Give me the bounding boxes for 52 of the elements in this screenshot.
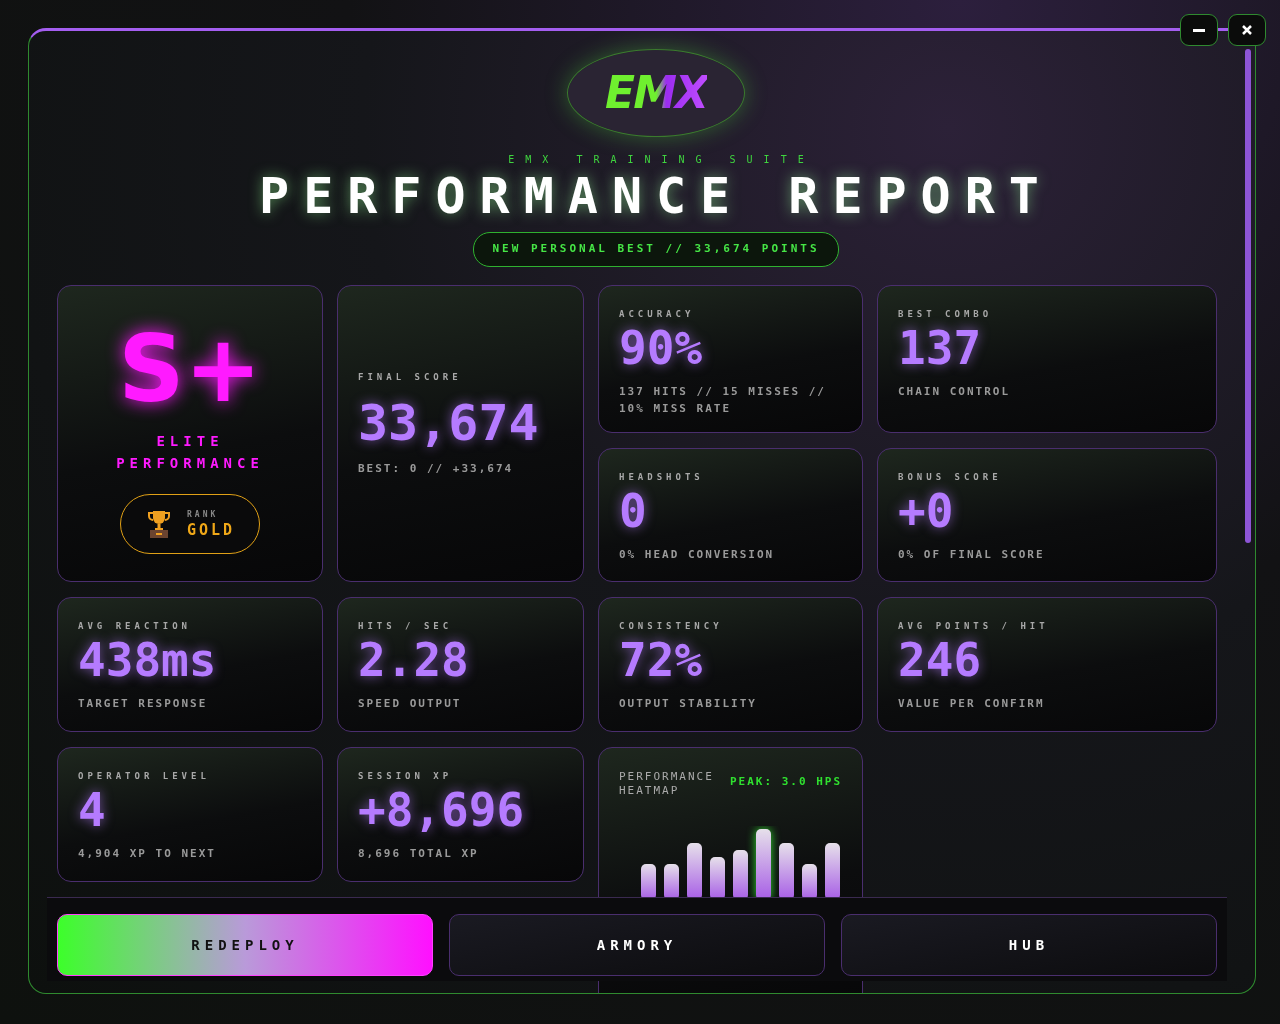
- stat-label: CONSISTENCY: [619, 619, 724, 633]
- stat-value: 4: [78, 783, 107, 839]
- minimize-icon: [1193, 28, 1205, 32]
- personal-best-banner: NEW PERSONAL BEST // 33,674 POINTS: [473, 232, 839, 267]
- stat-value: 246: [898, 633, 983, 689]
- stat-subtext: OUTPUT STABILITY: [619, 696, 758, 713]
- stat-label: SESSION XP: [358, 769, 454, 783]
- stat-label: BEST COMBO: [898, 307, 994, 321]
- scrollbar[interactable]: [1245, 49, 1251, 543]
- stat-value: 0: [619, 484, 648, 540]
- stat-subtext: BEST: 0 // +33,674: [358, 460, 515, 477]
- stat-label: BONUS SCORE: [898, 470, 1003, 484]
- stat-label: OPERATOR LEVEL: [78, 769, 211, 783]
- minimize-button[interactable]: [1180, 14, 1218, 46]
- stat-value: 438ms: [78, 633, 218, 689]
- stat-subtext: CHAIN CONTROL: [898, 384, 1012, 401]
- rank-label: RANK: [187, 509, 220, 522]
- stat-subtext: 0% HEAD CONVERSION: [619, 547, 776, 564]
- stat-value: 137: [898, 321, 983, 377]
- stat-value: 2.28: [358, 633, 470, 689]
- stat-subtext: VALUE PER CONFIRM: [898, 696, 1046, 713]
- stat-subtext: 8,696 TOTAL XP: [358, 846, 480, 863]
- stat-value: 33,674: [358, 392, 540, 453]
- stat-subtext: 137 HITS // 15 MISSES // 10% MISS RATE: [619, 384, 827, 417]
- stat-value: +0: [898, 484, 955, 540]
- stat-value: 90%: [619, 321, 704, 377]
- trophy-icon: [147, 510, 171, 539]
- menu-button[interactable]: ARMORY: [449, 914, 825, 976]
- performance-label: ELITE PERFORMANCE: [115, 431, 265, 473]
- stat-subtext: SPEED OUTPUT: [358, 696, 463, 713]
- page-title: PERFORMANCE REPORT: [258, 169, 1054, 224]
- stat-label: HITS / SEC: [358, 619, 454, 633]
- stat-label: HEADSHOTS: [619, 470, 705, 484]
- stat-subtext: 0% OF FINAL SCORE: [898, 547, 1046, 564]
- stat-value: 72%: [619, 633, 704, 689]
- stat-subtext: TARGET RESPONSE: [78, 696, 209, 713]
- subtitle: EMX TRAINING SUITE: [507, 153, 816, 167]
- redeploy-button[interactable]: REDEPLOY: [57, 914, 433, 976]
- close-icon: [1242, 25, 1252, 35]
- stat-value: +8,696: [358, 783, 526, 839]
- stat-label: ACCURACY: [619, 307, 696, 321]
- close-button[interactable]: [1228, 14, 1266, 46]
- stat-label: FINAL SCORE: [358, 371, 463, 384]
- peak-reading: PEAK: 3.0 HPS: [729, 773, 842, 790]
- logo: EMX: [567, 49, 745, 137]
- stat-label: AVG POINTS / HIT: [898, 619, 1050, 633]
- stat-label: AVG REACTION: [78, 619, 193, 633]
- menu-button[interactable]: HUB: [841, 914, 1217, 976]
- rank-value: GOLD: [187, 521, 236, 540]
- grade-text: S+: [117, 323, 263, 416]
- heatmap-title: PERFORMANCE HEATMAP: [619, 769, 715, 799]
- stat-subtext: 4,904 XP TO NEXT: [78, 846, 217, 863]
